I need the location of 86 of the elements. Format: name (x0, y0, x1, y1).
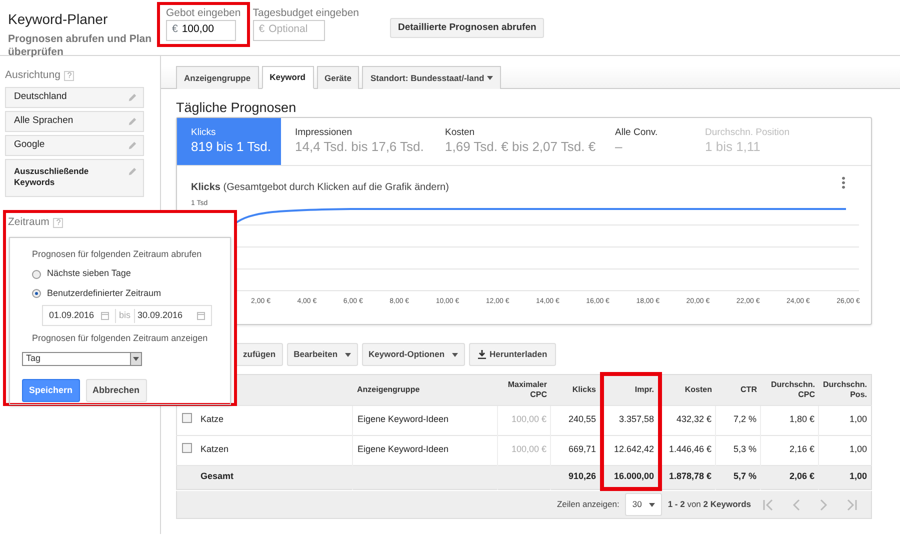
tab[interactable]: Anzeigengruppe (176, 66, 259, 89)
row-checkbox[interactable] (182, 442, 192, 453)
edit-icon[interactable] (128, 93, 137, 102)
radio-button[interactable] (32, 289, 41, 298)
dropdown-button[interactable] (130, 352, 141, 365)
table-cell: Gesamt (196, 465, 353, 489)
table-cell: 16.000,00 (602, 465, 660, 489)
granularity-select[interactable]: Tag (22, 352, 142, 366)
column-header[interactable]: CTR (716, 374, 761, 405)
prompt-text: Prognosen für folgenden Zeitraum anzeigen (32, 332, 209, 346)
caret-icon (487, 76, 494, 80)
date-field[interactable]: 01.09.2016 (43, 309, 115, 322)
rows-label: Zeilen anzeigen: (556, 498, 620, 511)
table-cell: 2,06 € (760, 465, 819, 489)
more-icon[interactable] (842, 176, 845, 190)
table-cell: 7,2 % (716, 405, 761, 435)
column-header[interactable]: Kosten (660, 374, 716, 405)
table-cell: 100,00 € (498, 405, 551, 435)
caret-icon (648, 502, 655, 506)
option-label: Benutzerdefinierter Zeitraum (47, 286, 162, 300)
table-cell: 1,00 (818, 405, 872, 435)
targeting-item[interactable]: Google (5, 134, 144, 156)
forecast-button[interactable]: Detaillierte Prognosen abrufen (390, 18, 544, 38)
column-header[interactable]: Maximaler CPC (498, 374, 551, 405)
table-cell: 3.357,58 (602, 405, 660, 435)
page-title: Keyword-Planer (8, 10, 109, 29)
edit-icon[interactable] (128, 141, 137, 150)
caret-icon (344, 352, 351, 357)
metric-tab[interactable]: Klicks 819 bis 1 Tsd. (177, 118, 281, 166)
calendar-icon[interactable] (197, 312, 205, 320)
table-cell: 240,55 (550, 405, 602, 435)
targeting-item[interactable]: Alle Sprachen (5, 110, 144, 132)
caret-icon (133, 356, 139, 361)
section-title: Zeitraum (8, 215, 50, 230)
targeting-item[interactable]: Deutschland (5, 86, 144, 108)
caret-icon (452, 352, 458, 357)
rows-dropdown[interactable]: 30 (625, 493, 662, 516)
targeting-item[interactable]: Auszuschließende Keywords (5, 158, 144, 197)
section-title: Ausrichtung (5, 68, 60, 83)
column-header[interactable]: Durchschn. Pos. (818, 374, 872, 405)
metric-tab[interactable]: Impressionen 14,4 Tsd. bis 17,6 Tsd. (281, 118, 431, 166)
first-page-icon[interactable] (762, 498, 774, 510)
table-cell: Eigene Keyword-Ideen (352, 405, 498, 435)
tab[interactable]: Standort: Bundesstaat/-land (362, 66, 502, 89)
metric-tab[interactable]: Alle Conv. – (601, 118, 691, 166)
option-label: Nächste sieben Tage (47, 267, 131, 280)
previous-icon[interactable] (790, 498, 802, 510)
bid-field[interactable]: € 100,00 (166, 20, 236, 41)
last-page-icon[interactable] (846, 498, 858, 510)
field-label: Tagesbudget eingeben (252, 8, 359, 20)
table-cell: 1.878,78 € (660, 465, 716, 489)
calendar-icon[interactable] (101, 312, 109, 320)
field-label: Gebot eingeben (166, 8, 241, 20)
table-cell: 5,7 % (716, 465, 761, 489)
tab[interactable]: Geräte (316, 66, 360, 89)
download-icon (478, 350, 486, 360)
table-cell: 1,80 € (760, 405, 819, 435)
budget-input[interactable]: Optional (268, 22, 319, 38)
edit-icon[interactable] (128, 117, 137, 126)
toolbar-button[interactable]: Bearbeiten (286, 343, 358, 366)
table-cell: 1,00 (818, 465, 872, 489)
metric-tab[interactable]: Kosten 1,69 Tsd. € bis 2,07 Tsd. € (431, 118, 601, 166)
table-cell: 432,32 € (660, 405, 716, 435)
page-subtitle: Prognosen abrufen und Plan überprüfen (8, 33, 153, 60)
currency-label: € (258, 22, 265, 38)
separator-label: bis (115, 309, 135, 322)
row-checkbox[interactable] (182, 412, 192, 423)
table-cell: 910,26 (550, 465, 602, 489)
chart-caption: Klicks (Gesamtgebot durch Klicken auf die Grafik ändern) (191, 181, 449, 196)
column-header[interactable]: Anzeigengruppe (352, 374, 498, 405)
toolbar-button[interactable]: Keyword-Optionen (362, 343, 465, 366)
column-header[interactable]: Impr. (602, 374, 660, 405)
tab[interactable]: Keyword (262, 66, 314, 89)
column-header[interactable]: Klicks (550, 374, 602, 405)
date-field[interactable]: 30.09.2016 (134, 309, 211, 322)
toolbar-button[interactable]: Herunterladen (468, 343, 556, 366)
column-header[interactable]: Durchschn. CPC (760, 374, 819, 405)
currency-label: € (172, 22, 178, 38)
edit-icon[interactable] (128, 166, 137, 176)
prompt-text: Prognosen für folgenden Zeitraum abrufen (32, 248, 203, 261)
cancel-button[interactable]: Abbrechen (86, 378, 147, 402)
range-label: 1 - 2 von 2 Keywords (668, 498, 751, 511)
next-icon[interactable] (818, 498, 830, 510)
radio-button[interactable] (32, 270, 41, 278)
section-title: Tägliche Prognosen (176, 100, 298, 114)
bid-input[interactable]: 100,00 (182, 22, 227, 38)
